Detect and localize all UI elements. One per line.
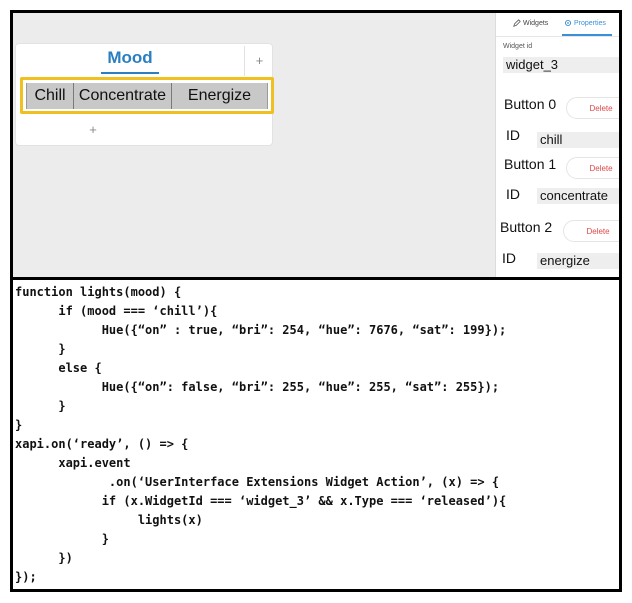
page-tab-mood[interactable]: Mood: [102, 48, 158, 68]
editor-canvas: Mood + Chill Concentrate Energize +: [13, 13, 495, 277]
active-tab-underline: [101, 72, 159, 74]
code-line: xapi.on(‘ready’, () => {: [15, 437, 189, 451]
code-line: if (mood === ‘chill’){: [15, 304, 218, 318]
add-page-button[interactable]: +: [244, 46, 274, 76]
button-2-label: Button 2: [500, 219, 553, 235]
button-1-delete[interactable]: Delete: [566, 157, 619, 179]
group-button-energize[interactable]: Energize: [171, 83, 268, 109]
button-2-id-input[interactable]: energize: [537, 253, 619, 269]
button-2-delete[interactable]: Delete: [563, 220, 619, 242]
code-line: });: [15, 570, 37, 584]
button-0-delete[interactable]: Delete: [566, 97, 619, 119]
selected-button-group-widget[interactable]: Chill Concentrate Energize: [20, 77, 274, 114]
group-button-row: Chill Concentrate Energize: [26, 83, 268, 109]
active-tab-indicator: [562, 34, 612, 36]
widget-id-input[interactable]: widget_3: [503, 57, 619, 73]
code-line: }: [15, 342, 66, 356]
code-line: xapi.event: [15, 456, 131, 470]
button-2-id-label: ID: [502, 250, 516, 266]
button-1-label: Button 1: [504, 156, 557, 172]
code-line: }: [15, 418, 23, 432]
button-1-id-input[interactable]: concentrate: [537, 188, 619, 204]
code-line: Hue({“on” : true, “bri”: 254, “hue”: 767…: [15, 323, 507, 337]
button-0-id-input[interactable]: chill: [537, 132, 619, 148]
button-1-id-label: ID: [506, 186, 520, 202]
ui-editor-panel: Mood + Chill Concentrate Energize + Widg…: [10, 10, 622, 280]
code-line: function lights(mood) {: [15, 285, 182, 299]
tab-properties-label: Properties: [574, 19, 606, 27]
tab-properties[interactable]: Properties: [564, 19, 606, 27]
button-0-label: Button 0: [504, 96, 557, 112]
add-row-button[interactable]: +: [16, 122, 170, 137]
code-line: else {: [15, 361, 102, 375]
group-button-chill[interactable]: Chill: [26, 83, 73, 109]
group-button-concentrate[interactable]: Concentrate: [73, 83, 171, 109]
gear-icon: [564, 19, 572, 27]
pencil-icon: [513, 19, 521, 27]
code-line: .on(‘UserInterface Extensions Widget Act…: [15, 475, 500, 489]
code-line: if (x.WidgetId === ‘widget_3’ && x.Type …: [15, 494, 507, 508]
macro-code-panel: function lights(mood) { if (mood === ‘ch…: [10, 277, 622, 592]
sidebar-tabs: Widgets Properties: [496, 13, 619, 37]
button-0-id-label: ID: [506, 127, 520, 143]
code-line: }: [15, 399, 66, 413]
widget-id-label: Widget id: [503, 43, 533, 50]
tab-widgets-label: Widgets: [523, 19, 549, 27]
code-line: Hue({“on”: false, “bri”: 255, “hue”: 255…: [15, 380, 500, 394]
tab-widgets[interactable]: Widgets: [513, 19, 548, 27]
code-line: }): [15, 551, 73, 565]
properties-sidebar: Widgets Properties Widget id widget_3 Bu…: [495, 13, 619, 277]
code-line: }: [15, 532, 109, 546]
macro-code: function lights(mood) { if (mood === ‘ch…: [15, 283, 506, 587]
code-line: lights(x): [15, 513, 203, 527]
panel-page-card: Mood + Chill Concentrate Energize +: [15, 43, 274, 146]
